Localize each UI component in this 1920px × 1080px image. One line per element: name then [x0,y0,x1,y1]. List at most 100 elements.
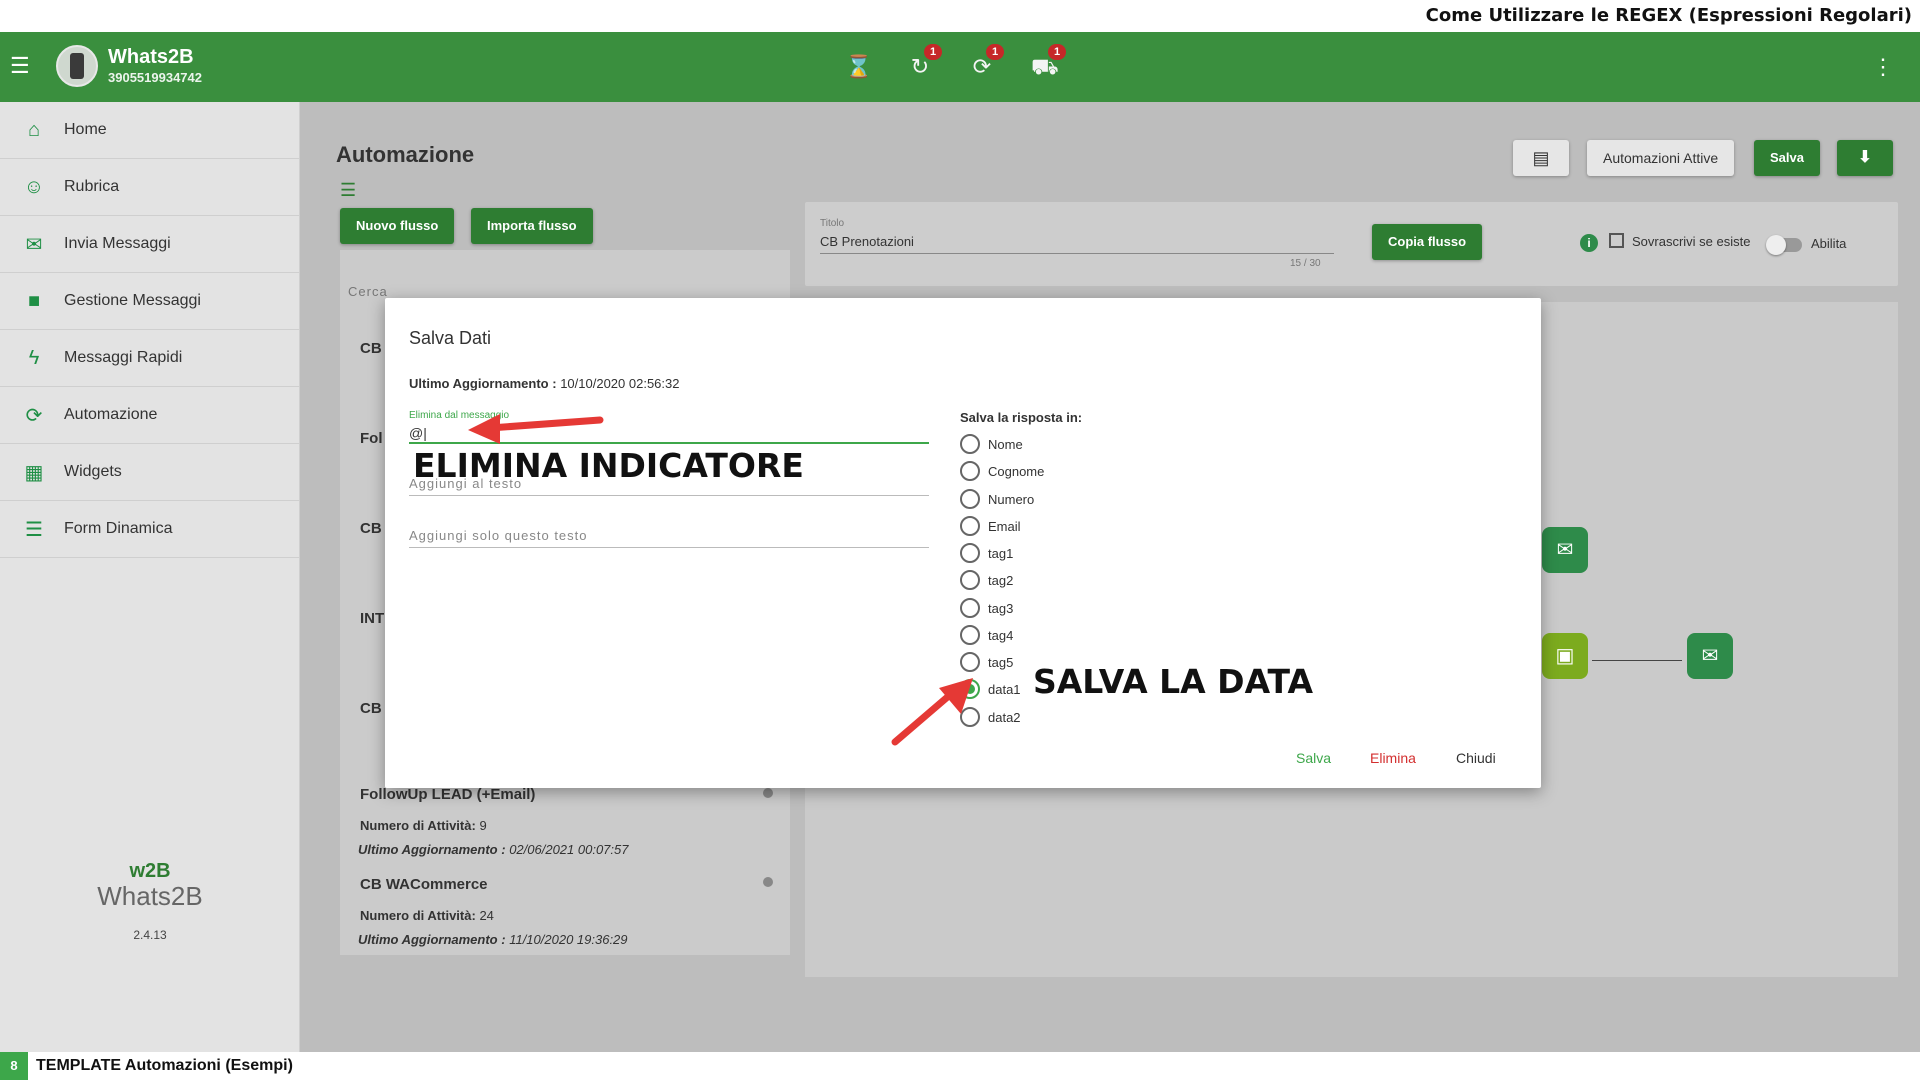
radio-numero[interactable]: Numero [960,489,1034,509]
sidebar-item-home[interactable]: ⌂ Home [0,102,300,159]
new-flow-button[interactable]: Nuovo flusso [340,208,455,244]
flow-title[interactable]: CB WACommerce [360,876,488,893]
enable-label: Abilita [1811,236,1847,251]
save-button[interactable]: Salva [1754,140,1820,176]
info-icon[interactable]: i [1580,234,1598,252]
radio-button[interactable] [960,570,980,590]
radio-button[interactable] [960,598,980,618]
radio-label: data1 [988,681,1021,697]
radio-tag3[interactable]: tag3 [960,598,1013,618]
scooter-icon[interactable]: ⛟ 1 [1031,44,1066,80]
radio-button[interactable] [960,489,980,509]
radio-label: tag5 [988,654,1014,670]
status-dot [763,788,773,798]
radio-nome[interactable]: Nome [960,434,1023,454]
sync-icon[interactable]: ⟳ 1 [969,44,1004,80]
app-name: Whats2B [108,46,194,68]
sidebar-item-automazione[interactable]: ⟳ Automazione [0,387,300,444]
more-vert-icon[interactable]: ⋮ [1872,54,1894,80]
radio-button[interactable] [960,625,980,645]
dialog-close-button[interactable]: Chiudi [1456,750,1496,766]
sidebar-item-gestione-messaggi[interactable]: ■ Gestione Messaggi [0,273,300,330]
copy-flow-button[interactable]: Copia flusso [1372,224,1483,260]
avatar[interactable] [56,45,98,87]
radio-button[interactable] [960,461,980,481]
last-updated: Ultimo Aggiornamento : 10/10/2020 02:56:… [409,376,680,391]
radio-tag4[interactable]: tag4 [960,625,1013,645]
dialog-save-button[interactable]: Salva [1296,750,1331,766]
last-updated: Ultimo Aggiornamento : 02/06/2021 00:07:… [358,842,629,857]
widgets-icon: ▦ [24,461,44,484]
radio-email[interactable]: Email [960,516,1021,536]
flow-title[interactable]: CB [360,340,382,357]
enable-toggle[interactable] [1766,235,1802,255]
only-this-text-field[interactable]: Aggiungi solo questo testo [409,528,929,548]
contacts-icon: ☺ [23,175,45,198]
annotation-arrow [468,414,604,444]
slide-caption: Come Utilizzare le REGEX (Espressioni Re… [0,0,1920,32]
sidebar-item-rubrica[interactable]: ☺ Rubrica [0,159,300,216]
sidebar-item-invia-messaggi[interactable]: ✉ Invia Messaggi [0,216,300,273]
radio-tag2[interactable]: tag2 [960,570,1013,590]
field-placeholder: Aggiungi solo questo testo [409,528,588,543]
radio-button[interactable] [960,434,980,454]
form-icon: ☰ [25,518,43,541]
flow-title[interactable]: FollowUp LEAD (+Email) [360,786,535,803]
logo-mark: w2B [129,860,171,882]
logo-word: Whats2B [97,881,203,911]
data-node-icon[interactable]: ▣ [1542,633,1588,679]
dialog-delete-button[interactable]: Elimina [1370,750,1416,766]
home-icon: ⌂ [27,118,41,141]
dialog-title: Salva Dati [409,328,492,348]
sidebar-item-label: Widgets [64,463,122,480]
active-automations-button[interactable]: Automazioni Attive [1587,140,1735,176]
radio-label: tag4 [988,627,1014,643]
radio-tag1[interactable]: tag1 [960,543,1013,563]
store-icon[interactable]: ▤ [1513,140,1569,176]
radio-button[interactable] [960,652,980,672]
sidebar-item-messaggi-rapidi[interactable]: ϟ Messaggi Rapidi [0,330,300,387]
canvas-scrollbar[interactable] [1532,408,1536,733]
history-icon[interactable]: ↻ 1 [907,44,942,80]
sync-icon: ⟳ [25,404,43,427]
import-flow-button[interactable]: Importa flusso [471,208,593,244]
save-response-label: Salva la risposta in: [960,410,1083,425]
badge-count: 1 [1048,44,1066,60]
activity-count: Numero di Attività: 24 [360,908,494,923]
radio-button[interactable] [960,543,980,563]
flow-title[interactable]: Fol [360,430,383,447]
menu-icon[interactable]: ☰ [10,55,32,77]
sidebar-item-widgets[interactable]: ▦ Widgets [0,444,300,501]
flow-title[interactable]: CB [360,520,382,537]
bolt-icon: ϟ [28,346,40,369]
flow-title[interactable]: INT [360,610,384,627]
annotation-arrow [891,678,973,746]
activity-count: Numero di Attività: 9 [360,818,487,833]
overwrite-checkbox[interactable] [1609,233,1624,248]
phone-number: 3905519934742 [108,70,202,85]
title-label: Titolo [820,218,845,229]
menu-collapse-icon[interactable]: ☰ [340,180,356,201]
mail-node-icon[interactable]: ✉ [1542,527,1588,573]
app-header: ☰ Whats2B 3905519934742 ⌛ ↻ 1 ⟳ 1 ⛟ 1 ⋮ [0,32,1920,102]
radio-cognome[interactable]: Cognome [960,461,1044,481]
slide-footer: 8 TEMPLATE Automazioni (Esempi) [0,1052,1920,1080]
last-updated: Ultimo Aggiornamento : 11/10/2020 19:36:… [358,932,628,947]
title-input[interactable]: CB Prenotazioni [820,234,1334,254]
sidebar-item-label: Invia Messaggi [64,235,171,252]
radio-button[interactable] [960,516,980,536]
sidebar-item-form-dinamica[interactable]: ☰ Form Dinamica [0,501,300,558]
download-icon[interactable]: ⬇ [1837,140,1893,176]
mail-node-icon[interactable]: ✉ [1687,633,1733,679]
radio-label: Email [988,518,1021,534]
flow-title[interactable]: CB [360,700,382,717]
radio-tag5[interactable]: tag5 [960,652,1013,672]
sidebar-item-label: Messaggi Rapidi [64,349,183,366]
badge-count: 1 [986,44,1004,60]
search-input[interactable]: Cerca [348,284,388,299]
radio-label: Nome [988,436,1023,452]
folder-icon: ■ [27,289,41,312]
flow-connector [1592,660,1682,661]
hourglass-icon[interactable]: ⌛ [845,54,872,80]
overwrite-label: Sovrascrivi se esiste [1632,234,1751,249]
